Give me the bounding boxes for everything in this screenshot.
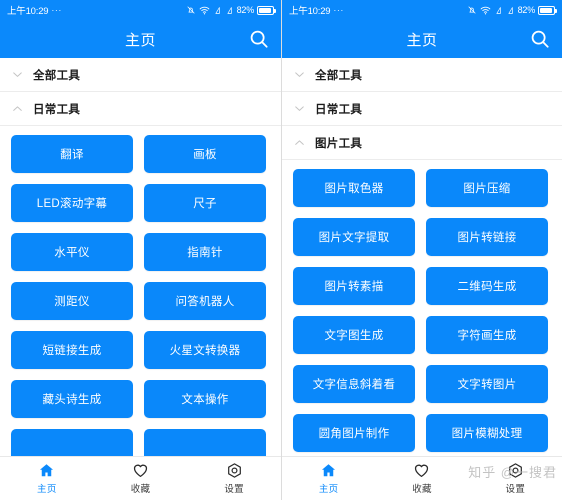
- tool-button[interactable]: 画板: [144, 135, 266, 173]
- battery-icon: [257, 5, 276, 15]
- status-bar: 上午10:29 ··· 82%: [282, 0, 562, 20]
- status-time: 上午10:29: [7, 6, 49, 17]
- tool-button[interactable]: 火星文转换器: [144, 331, 266, 369]
- tool-button[interactable]: 短链接生成: [11, 331, 133, 369]
- chevron-up-icon: [293, 136, 306, 149]
- section-header-日常工具[interactable]: 日常工具: [282, 92, 562, 126]
- battery-percent: 82%: [236, 5, 255, 15]
- tool-button[interactable]: 图片模糊处理: [426, 414, 548, 452]
- chevron-down-icon: [293, 102, 306, 115]
- status-bar-left: 上午10:29 ···: [289, 3, 344, 17]
- tool-list-scroll-area[interactable]: 全部工具日常工具翻译 画板 LED滚动字幕 尺子 水平仪 指南针 测距仪 问答机器人 短链接生成…: [0, 58, 281, 456]
- tab-设置[interactable]: 设置: [187, 457, 281, 500]
- home-icon: [38, 462, 55, 479]
- tool-button[interactable]: 图片压缩: [426, 169, 548, 207]
- heart-icon: [413, 462, 430, 479]
- bell-muted-icon: [186, 5, 196, 15]
- home-icon: [320, 462, 337, 479]
- tool-button[interactable]: 图片转链接: [426, 218, 548, 256]
- status-more-dots: ···: [333, 5, 344, 15]
- battery-percent: 82%: [517, 5, 536, 15]
- tool-button[interactable]: 圆角图片制作: [293, 414, 415, 452]
- battery-icon: [538, 5, 557, 15]
- gear-icon: [507, 462, 524, 479]
- status-time: 上午10:29: [289, 6, 331, 17]
- app-bar: 主页: [0, 20, 281, 58]
- tool-button[interactable]: 翻译: [11, 135, 133, 173]
- tool-button[interactable]: 图片取色器: [293, 169, 415, 207]
- tab-收藏[interactable]: 收藏: [94, 457, 188, 500]
- page-title: 主页: [406, 31, 438, 49]
- signal-icon: [213, 6, 222, 15]
- heart-icon: [132, 462, 149, 479]
- tool-button[interactable]: [144, 429, 266, 456]
- search-icon[interactable]: [528, 27, 552, 51]
- tool-list-scroll-area[interactable]: 全部工具日常工具图片工具图片取色器 图片压缩 图片文字提取 图片转链接 图片转素描 二维码…: [282, 58, 562, 456]
- signal-icon: [494, 6, 503, 15]
- tool-button[interactable]: [11, 429, 133, 456]
- section-header-全部工具[interactable]: 全部工具: [0, 58, 281, 92]
- tab-label: 设置: [224, 484, 244, 495]
- tool-button[interactable]: 文本操作: [144, 380, 266, 418]
- bottom-tab-bar: 主页 收藏 设置: [282, 456, 562, 500]
- status-bar-right: 82%: [467, 5, 557, 16]
- status-more-dots: ···: [51, 5, 62, 15]
- tab-label: 主页: [37, 484, 57, 495]
- tool-button[interactable]: 字符画生成: [426, 316, 548, 354]
- tool-button[interactable]: 图片转素描: [293, 267, 415, 305]
- section-header-图片工具[interactable]: 图片工具: [282, 126, 562, 160]
- status-bar-right: 82%: [186, 5, 276, 16]
- tool-button[interactable]: 文字图生成: [293, 316, 415, 354]
- tool-grid: 图片取色器 图片压缩 图片文字提取 图片转链接 图片转素描 二维码生成 文字图生成 字符画生成…: [282, 160, 562, 452]
- tab-设置[interactable]: 设置: [469, 457, 562, 500]
- bottom-tab-bar: 主页 收藏 设置: [0, 456, 281, 500]
- tab-label: 收藏: [130, 484, 151, 495]
- section-title: 全部工具: [33, 69, 81, 82]
- page-title: 主页: [124, 31, 156, 49]
- tool-button[interactable]: 文字转图片: [426, 365, 548, 403]
- tool-button[interactable]: 尺子: [144, 184, 266, 222]
- search-icon[interactable]: [247, 27, 271, 51]
- section-title: 图片工具: [315, 137, 363, 150]
- chevron-up-icon: [11, 102, 24, 115]
- phone-screen-left: 上午10:29 ··· 82% 主页 全部工具 日常工具 翻译 画板 LED滚动字幕 尺子 水平仪指…: [0, 0, 281, 500]
- status-bar: 上午10:29 ··· 82%: [0, 0, 281, 20]
- signal-icon: [506, 6, 515, 15]
- status-bar-left: 上午10:29 ···: [7, 3, 62, 17]
- wifi-icon: [199, 5, 210, 16]
- app-bar: 主页: [282, 20, 562, 58]
- tab-收藏[interactable]: 收藏: [375, 457, 468, 500]
- gear-icon: [226, 462, 243, 479]
- tool-button[interactable]: 测距仪: [11, 282, 133, 320]
- chevron-down-icon: [11, 68, 24, 81]
- tool-button[interactable]: 文字信息斜着看: [293, 365, 415, 403]
- section-header-日常工具[interactable]: 日常工具: [0, 92, 281, 126]
- tool-button[interactable]: 指南针: [144, 233, 266, 271]
- tool-button[interactable]: 二维码生成: [426, 267, 548, 305]
- chevron-down-icon: [293, 68, 306, 81]
- tool-button[interactable]: 问答机器人: [144, 282, 266, 320]
- tool-button[interactable]: 图片文字提取: [293, 218, 415, 256]
- tool-grid: 翻译 画板 LED滚动字幕 尺子 水平仪 指南针 测距仪 问答机器人 短链接生成 火星文转换器 藏头…: [0, 126, 281, 456]
- section-title: 日常工具: [33, 103, 81, 116]
- phone-screen-right: 上午10:29 ··· 82% 主页 全部工具 日常工具 图片工具 图片取色器 图片压缩 图片文字…: [281, 0, 562, 500]
- tab-label: 设置: [505, 484, 526, 495]
- tool-button[interactable]: 水平仪: [11, 233, 133, 271]
- bell-muted-icon: [467, 5, 477, 15]
- section-header-全部工具[interactable]: 全部工具: [282, 58, 562, 92]
- tab-label: 收藏: [412, 484, 432, 495]
- tab-主页[interactable]: 主页: [282, 457, 375, 500]
- section-title: 日常工具: [315, 103, 363, 116]
- signal-icon: [225, 6, 234, 15]
- tab-主页[interactable]: 主页: [0, 457, 94, 500]
- tab-label: 主页: [318, 484, 339, 495]
- section-title: 全部工具: [315, 69, 363, 82]
- wifi-icon: [480, 5, 491, 16]
- tool-button[interactable]: LED滚动字幕: [11, 184, 133, 222]
- tool-button[interactable]: 藏头诗生成: [11, 380, 133, 418]
- dual-screenshot-pair: 上午10:29 ··· 82% 主页 全部工具 日常工具 翻译 画板 LED滚动字幕 尺子 水平仪指…: [0, 0, 562, 500]
